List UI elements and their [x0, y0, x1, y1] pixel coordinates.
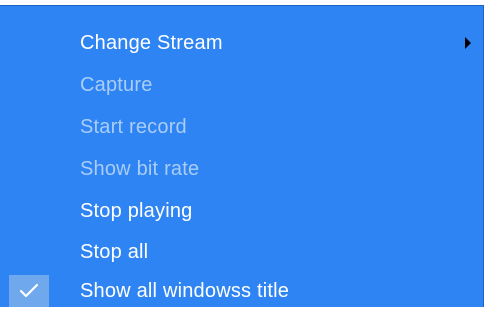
menu-item-show-bit-rate: Show bit rate — [0, 148, 483, 190]
menu-item-label: Show bit rate — [80, 157, 200, 180]
checkmark-icon — [9, 275, 49, 307]
menu-item-stop-all[interactable]: Stop all — [0, 231, 483, 273]
menu-item-label: Stop all — [80, 240, 149, 263]
menu-item-stop-playing[interactable]: Stop playing — [0, 190, 483, 232]
menu-item-start-record: Start record — [0, 106, 483, 148]
menu-item-label: Change Stream — [80, 31, 223, 54]
submenu-arrow-icon — [465, 37, 471, 49]
context-menu: Change Stream Capture Start record Show … — [0, 5, 484, 307]
menu-item-capture: Capture — [0, 64, 483, 106]
menu-item-label: Start record — [80, 115, 187, 138]
menu-item-change-stream[interactable]: Change Stream — [0, 22, 483, 64]
menu-item-label: Show all windowss title — [80, 279, 290, 302]
menu-item-label: Capture — [80, 73, 153, 96]
menu-item-show-all-windows-title[interactable]: Show all windowss title — [0, 270, 483, 312]
menu-item-label: Stop playing — [80, 199, 193, 222]
